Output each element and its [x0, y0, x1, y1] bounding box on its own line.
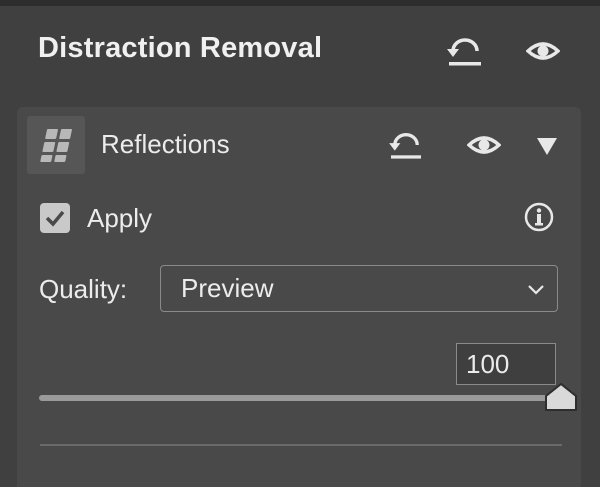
quality-select-value: Preview: [181, 273, 274, 303]
panel-title: Distraction Removal: [38, 32, 323, 64]
panel-reset-button[interactable]: [444, 34, 486, 68]
section-divider: [40, 444, 562, 446]
section-reset-button[interactable]: [385, 129, 427, 161]
checkmark-icon: [45, 210, 65, 227]
eye-icon: [526, 42, 560, 60]
reflections-icon: [40, 129, 72, 162]
amount-slider-thumb[interactable]: [544, 382, 578, 412]
reflections-thumbnail: [27, 116, 85, 174]
reflections-section: Reflections Apply Quality: Preview 100: [17, 107, 581, 487]
section-title: Reflections: [101, 129, 230, 159]
chevron-down-icon: [528, 284, 544, 295]
apply-label: Apply: [87, 202, 153, 233]
panel-visibility-button[interactable]: [524, 36, 562, 66]
section-collapse-button[interactable]: [533, 134, 561, 158]
info-icon: [524, 202, 554, 232]
triangle-down-icon: [537, 138, 557, 155]
amount-input[interactable]: 100: [456, 343, 556, 385]
apply-row: Apply: [40, 202, 152, 234]
amount-slider-fill: [39, 395, 561, 401]
apply-checkbox[interactable]: [40, 203, 70, 233]
panel-header: Distraction Removal: [0, 6, 600, 100]
section-visibility-button[interactable]: [465, 131, 503, 159]
info-button[interactable]: [522, 200, 556, 234]
amount-slider[interactable]: [39, 395, 561, 401]
quality-label: Quality:: [39, 274, 128, 304]
eye-icon: [467, 136, 501, 154]
reset-icon: [389, 133, 421, 159]
reset-icon: [447, 38, 481, 66]
quality-select[interactable]: Preview: [160, 265, 558, 312]
